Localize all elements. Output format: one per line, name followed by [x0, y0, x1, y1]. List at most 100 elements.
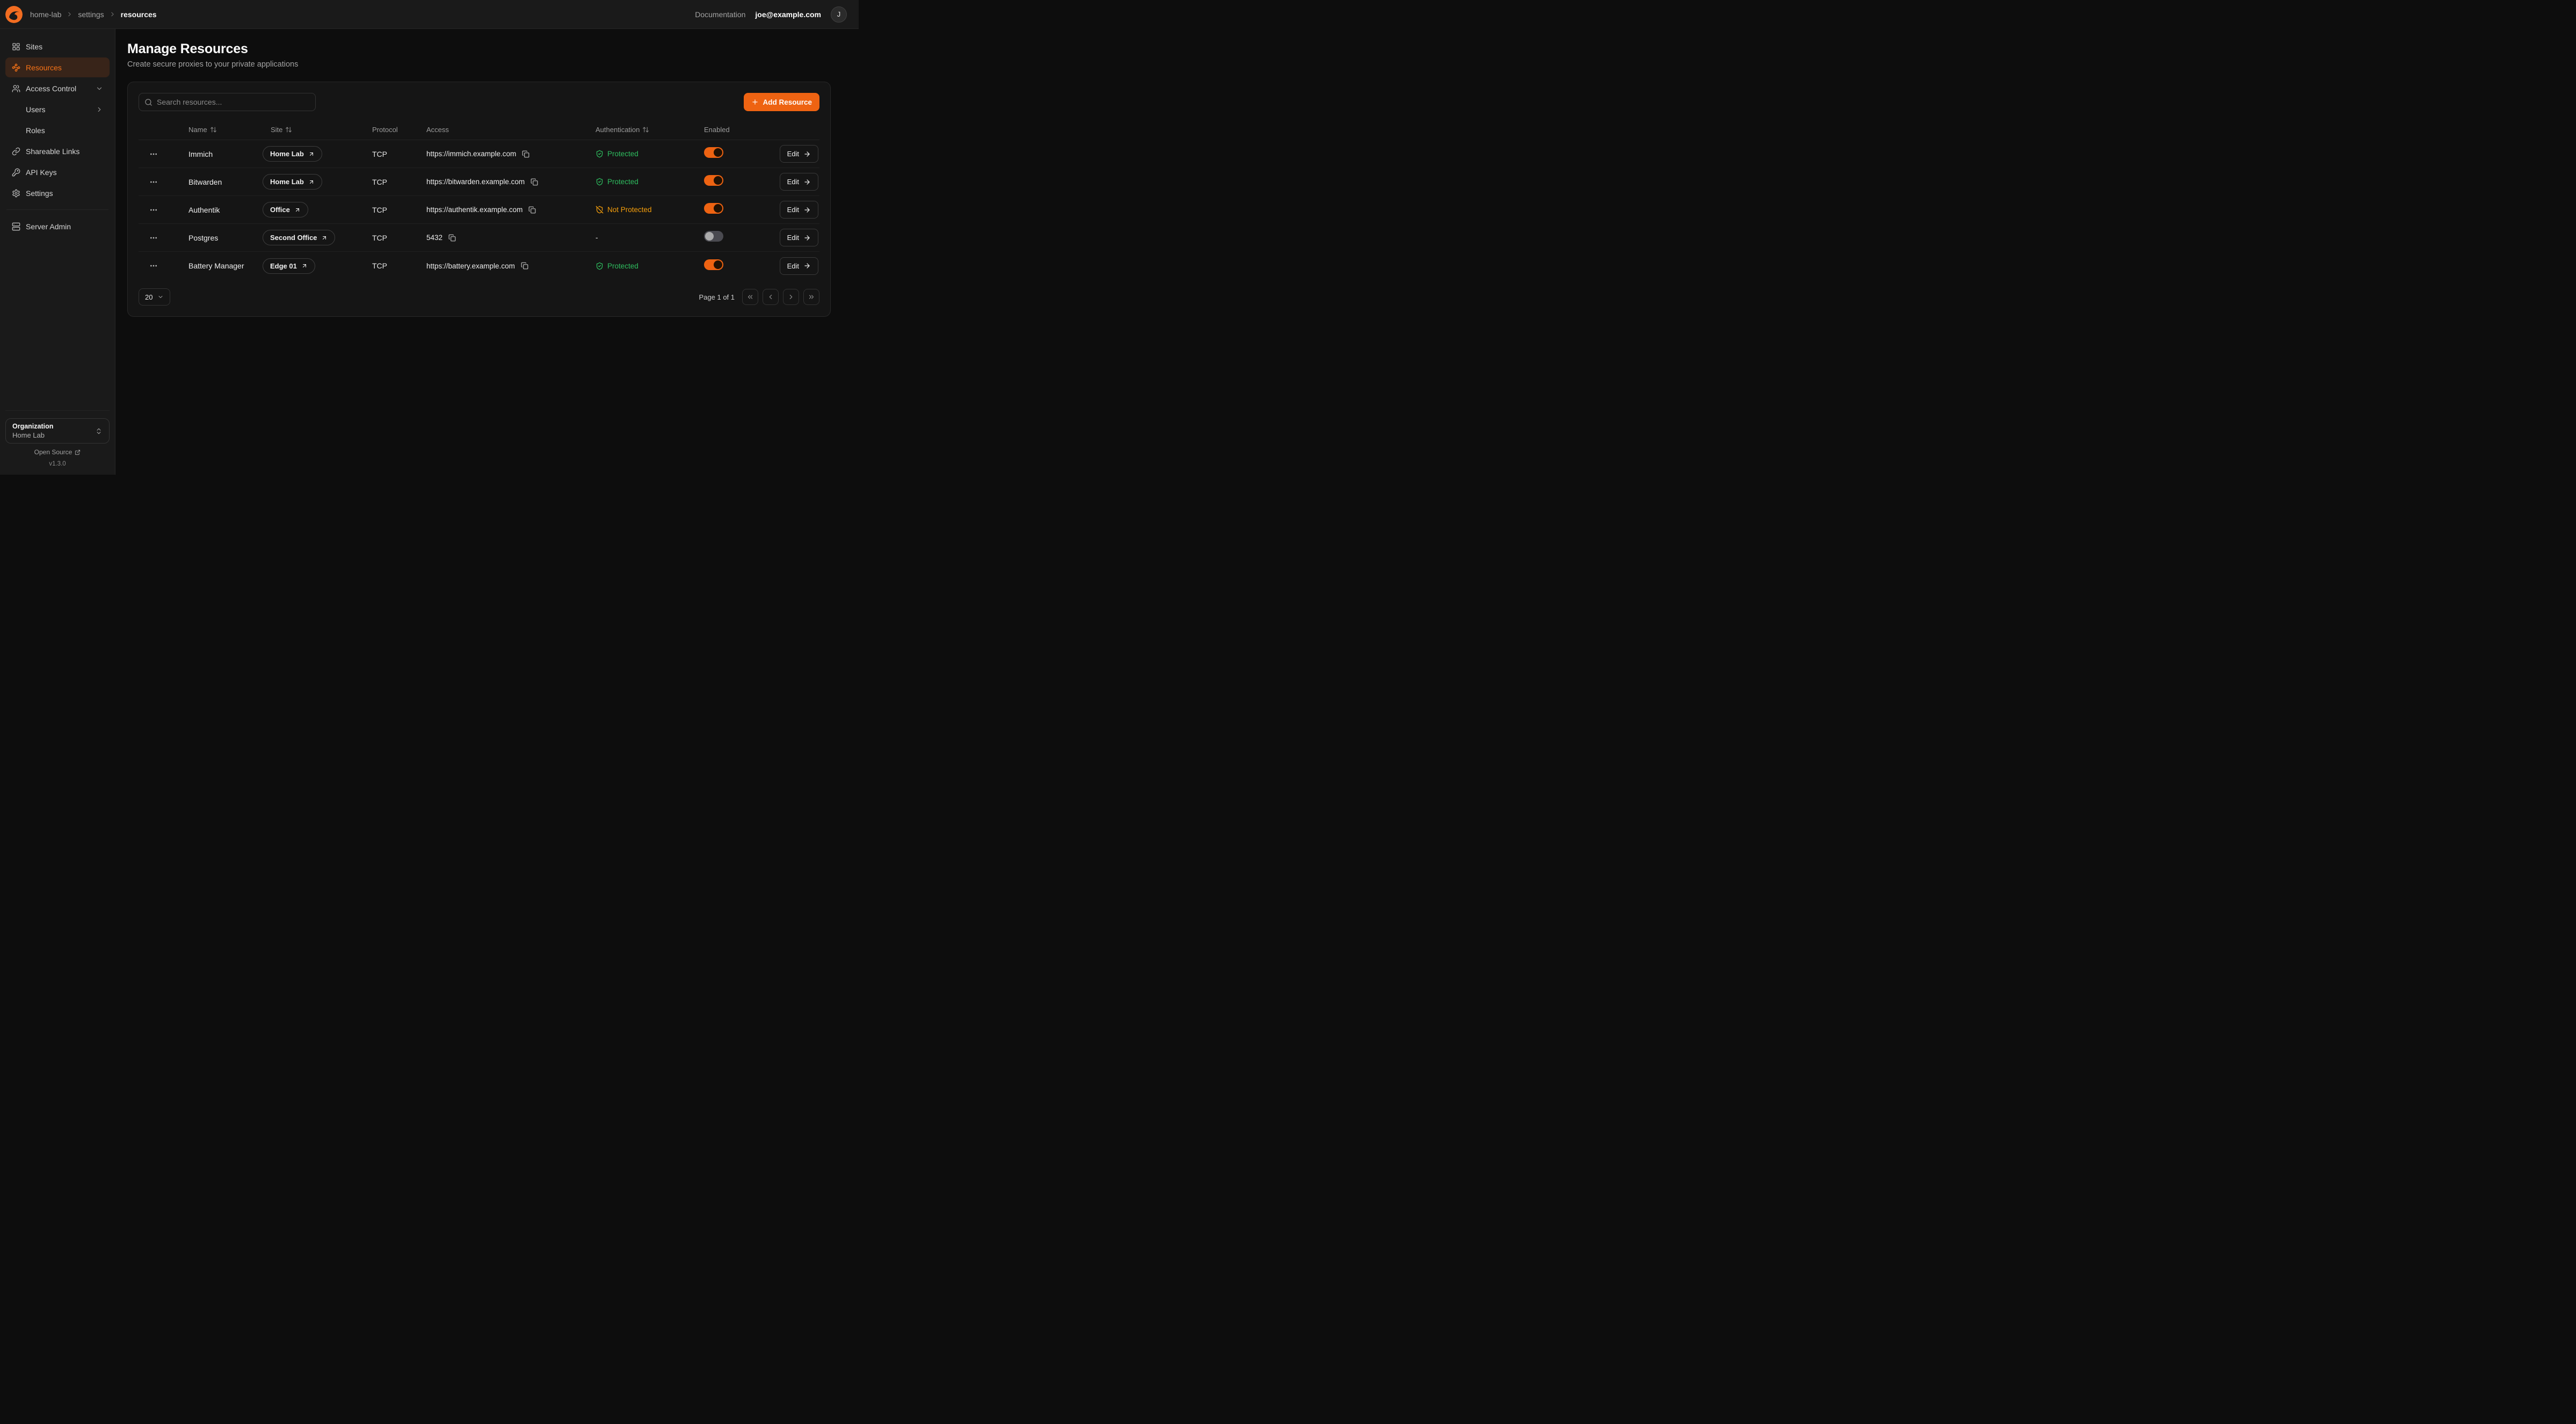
search-icon: [144, 98, 153, 106]
page-subtitle: Create secure proxies to your private ap…: [127, 59, 859, 70]
documentation-link[interactable]: Documentation: [695, 10, 745, 19]
ellipsis-icon: [149, 261, 158, 270]
row-menu-button[interactable]: [147, 204, 160, 216]
sidebar-item-label: Settings: [26, 189, 53, 198]
sidebar-item-resources[interactable]: Resources: [5, 57, 110, 77]
auth-status: Protected: [596, 150, 704, 158]
external-link-icon: [75, 449, 81, 455]
sidebar-item-label: Sites: [26, 42, 42, 51]
breadcrumb: home-lab settings resources: [30, 10, 157, 19]
enabled-toggle[interactable]: [704, 175, 723, 186]
header-site[interactable]: Site: [263, 126, 372, 134]
arrow-right-icon: [803, 234, 811, 242]
site-link-button[interactable]: Home Lab: [263, 146, 322, 162]
enabled-toggle[interactable]: [704, 231, 723, 242]
copy-icon[interactable]: [520, 261, 529, 271]
chevron-right-icon: [66, 11, 73, 18]
resource-name: Bitwarden: [188, 178, 263, 186]
chevron-down-icon: [96, 85, 103, 92]
search-input[interactable]: [139, 93, 316, 111]
sidebar-item-access-control[interactable]: Access Control: [5, 78, 110, 98]
edit-button[interactable]: Edit: [780, 145, 818, 163]
gear-icon: [12, 189, 20, 198]
chevrons-left-icon: [746, 293, 754, 301]
ellipsis-icon: [149, 234, 158, 242]
row-menu-button[interactable]: [147, 148, 160, 161]
chevron-right-icon: [787, 293, 795, 301]
table-row: Bitwarden Home Lab TCP https://bitwarden…: [139, 168, 819, 196]
access-url: https://bitwarden.example.com: [426, 178, 525, 186]
resources-waypoints-icon: [12, 63, 20, 72]
row-menu-button[interactable]: [147, 231, 160, 244]
avatar[interactable]: J: [831, 6, 847, 23]
next-page-button[interactable]: [783, 289, 799, 305]
sort-icon: [210, 126, 217, 133]
site-link-button[interactable]: Edge 01: [263, 258, 315, 274]
site-link-button[interactable]: Office: [263, 202, 308, 217]
copy-icon[interactable]: [527, 205, 537, 215]
table-row: Immich Home Lab TCP https://immich.examp…: [139, 140, 819, 168]
previous-page-button[interactable]: [763, 289, 779, 305]
pagination-buttons: [742, 289, 819, 305]
organization-selector[interactable]: Organization Home Lab: [5, 418, 110, 444]
toggle-knob: [714, 204, 722, 213]
app-version: v1.3.0: [5, 461, 110, 468]
enabled-toggle[interactable]: [704, 147, 723, 158]
header-authentication[interactable]: Authentication: [596, 126, 704, 134]
auth-status: Not Protected: [596, 206, 704, 214]
topbar-right: Documentation joe@example.com J: [695, 6, 847, 23]
copy-icon[interactable]: [529, 177, 539, 187]
arrow-right-icon: [803, 178, 811, 186]
copy-icon[interactable]: [521, 149, 531, 159]
page-size-value: 20: [145, 293, 153, 301]
ellipsis-icon: [149, 206, 158, 214]
row-menu-button[interactable]: [147, 259, 160, 272]
copy-icon[interactable]: [447, 233, 457, 243]
edit-button[interactable]: Edit: [780, 201, 818, 219]
sidebar-item-label: Access Control: [26, 84, 76, 93]
breadcrumb-home-lab[interactable]: home-lab: [30, 10, 61, 19]
table-header: Name Site Protocol Access Authentication: [139, 120, 819, 140]
open-source-link[interactable]: Open Source: [5, 448, 110, 456]
auth-status: Protected: [596, 262, 704, 270]
header-name[interactable]: Name: [188, 126, 263, 134]
protocol-value: TCP: [372, 261, 426, 270]
row-menu-button[interactable]: [147, 176, 160, 188]
sidebar-divider: [6, 209, 108, 210]
site-link-button[interactable]: Home Lab: [263, 174, 322, 190]
toggle-knob: [714, 148, 722, 157]
sidebar-item-sites[interactable]: Sites: [5, 37, 110, 56]
sidebar-item-settings[interactable]: Settings: [5, 183, 110, 203]
access-url: https://battery.example.com: [426, 262, 515, 270]
shield-off-icon: [596, 206, 604, 214]
sidebar-item-label: Roles: [26, 126, 45, 135]
breadcrumb-resources: resources: [121, 10, 157, 19]
sidebar-item-label: Users: [26, 105, 46, 114]
access-cell: https://authentik.example.com: [426, 205, 596, 215]
user-email: joe@example.com: [755, 10, 821, 19]
edit-button[interactable]: Edit: [780, 173, 818, 191]
edit-button[interactable]: Edit: [780, 229, 818, 246]
sidebar-item-users[interactable]: Users: [5, 99, 110, 119]
breadcrumb-settings[interactable]: settings: [78, 10, 104, 19]
sidebar-item-api-keys[interactable]: API Keys: [5, 162, 110, 182]
page-size-select[interactable]: 20: [139, 288, 170, 306]
sidebar-item-roles[interactable]: Roles: [5, 120, 110, 140]
site-link-button[interactable]: Second Office: [263, 230, 335, 245]
edit-button[interactable]: Edit: [780, 257, 818, 275]
arrow-right-icon: [803, 150, 811, 158]
enabled-toggle[interactable]: [704, 203, 723, 214]
server-icon: [12, 222, 20, 231]
add-resource-button[interactable]: Add Resource: [744, 93, 819, 111]
sidebar-nav: Sites Resources Access Control Users: [5, 37, 110, 236]
sidebar-item-shareable-links[interactable]: Shareable Links: [5, 141, 110, 161]
first-page-button[interactable]: [742, 289, 758, 305]
last-page-button[interactable]: [803, 289, 819, 305]
enabled-toggle[interactable]: [704, 259, 723, 270]
header-protocol: Protocol: [372, 126, 426, 134]
chevrons-up-down-icon: [95, 427, 103, 435]
app-logo-icon[interactable]: [5, 6, 23, 23]
resource-name: Immich: [188, 150, 263, 158]
sidebar-item-server-admin[interactable]: Server Admin: [5, 216, 110, 236]
resources-table: Name Site Protocol Access Authentication: [139, 120, 819, 280]
